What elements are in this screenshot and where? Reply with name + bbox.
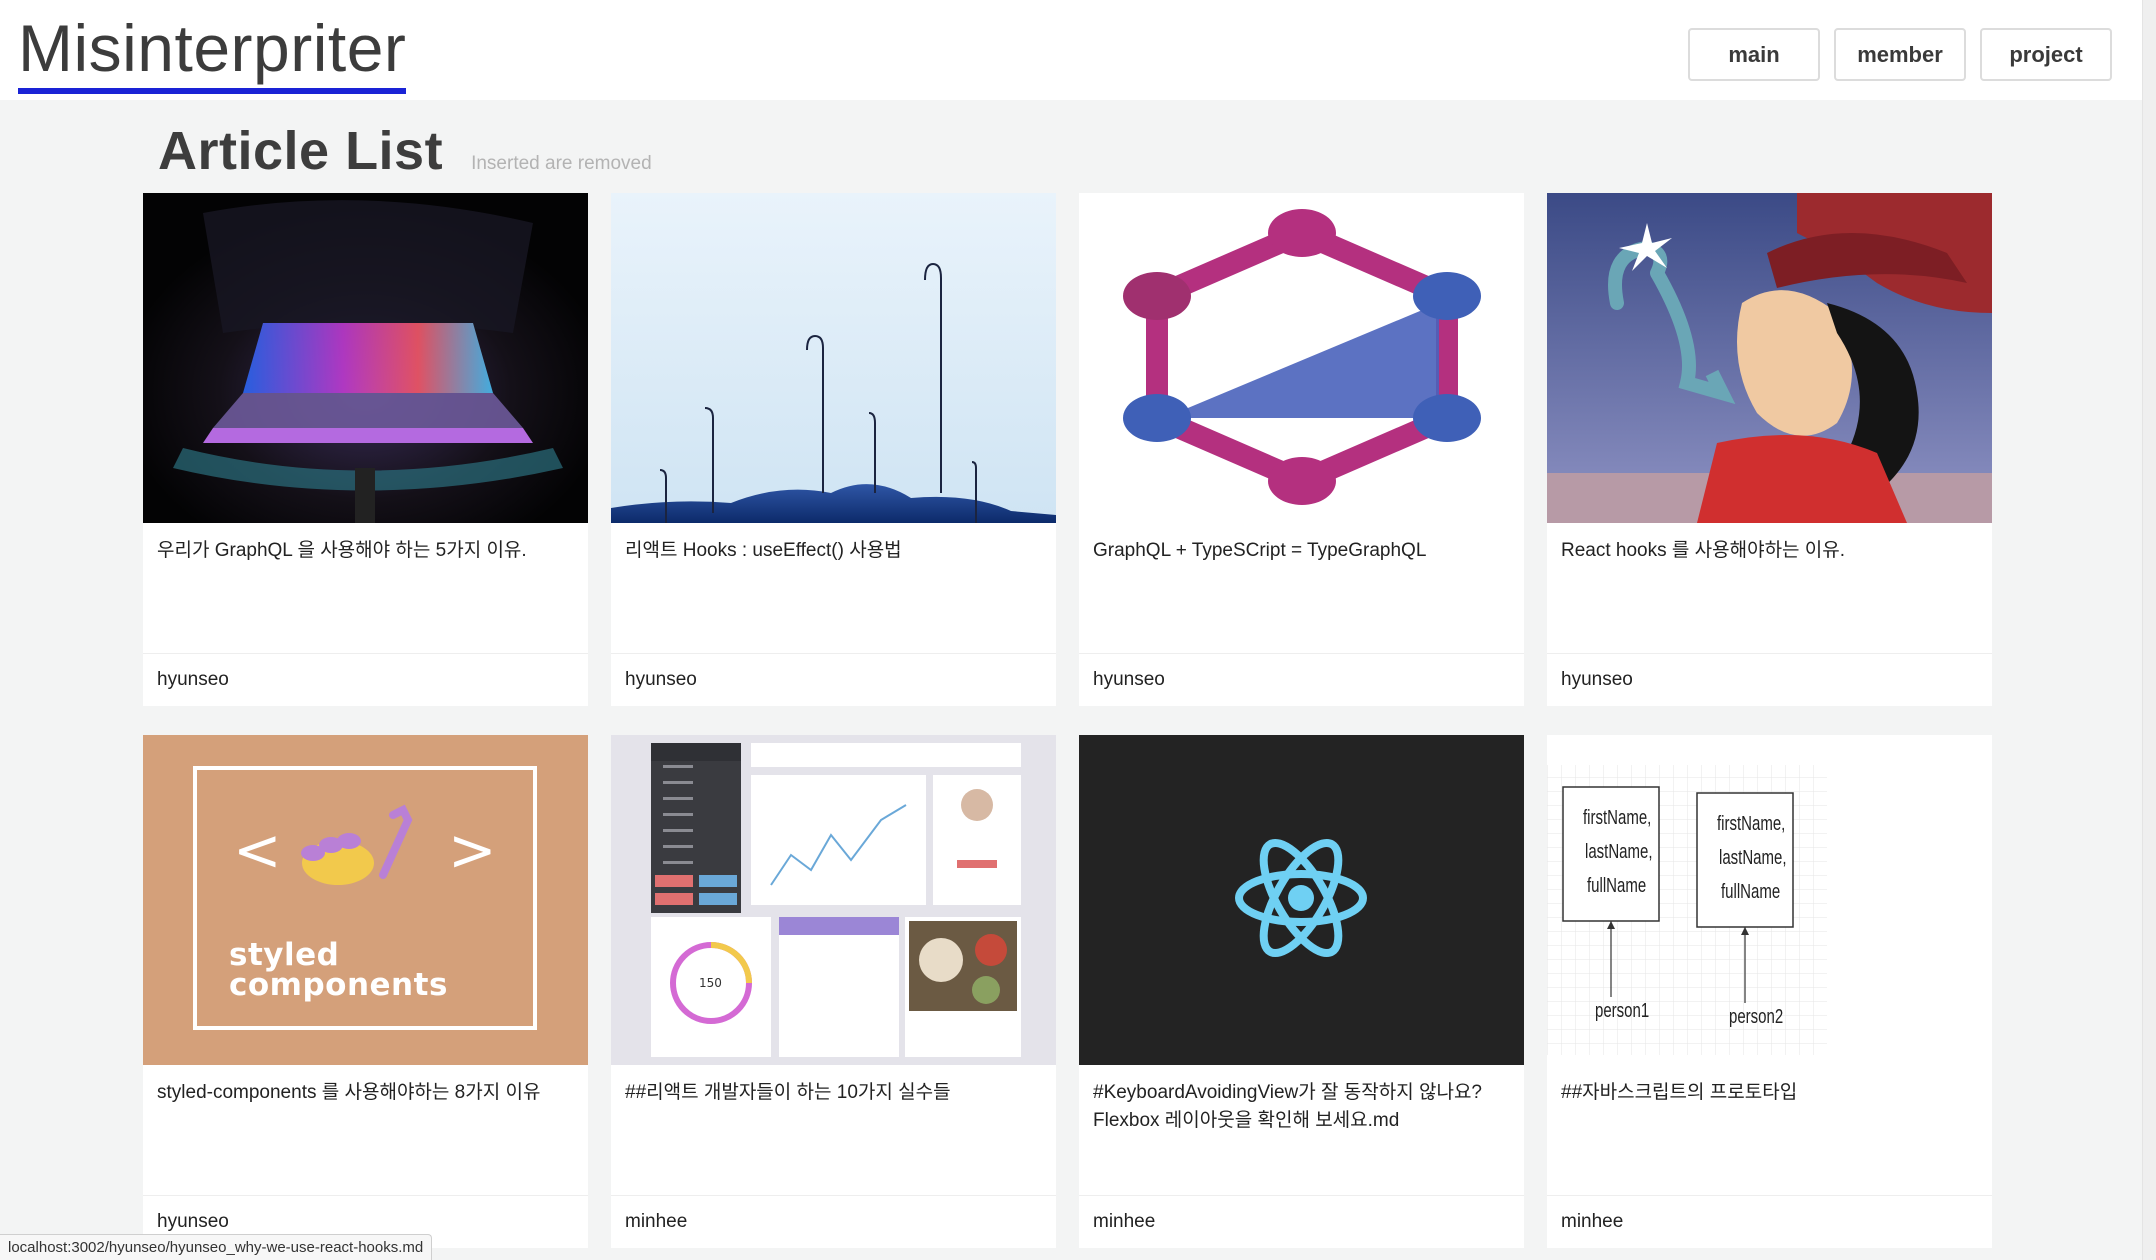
article-author: minhee xyxy=(1547,1195,1992,1248)
page-note: Inserted are removed xyxy=(471,153,652,174)
svg-text:150: 150 xyxy=(699,976,722,990)
laptop-image xyxy=(143,193,588,523)
article-card[interactable]: firstName, lastName, fullName firstName,… xyxy=(1547,735,1992,1248)
diagram-label: lastName, xyxy=(1585,841,1653,863)
article-title[interactable]: 우리가 GraphQL 을 사용해야 하는 5가지 이유. xyxy=(143,523,588,653)
article-card[interactable]: #KeyboardAvoidingView가 잘 동작하지 않나요? Flexb… xyxy=(1079,735,1524,1248)
article-title[interactable]: 리액트 Hooks : useEffect() 사용법 xyxy=(611,523,1056,653)
captain-hook-image xyxy=(1547,193,1992,523)
nav-project-button[interactable]: project xyxy=(1980,28,2112,81)
styled-components-thumb-text: styled components xyxy=(229,937,448,1003)
diagram-label: lastName, xyxy=(1719,847,1787,869)
top-nav: main member project xyxy=(1688,28,2112,81)
article-title[interactable]: ##자바스크립트의 프로토타입 xyxy=(1547,1065,1992,1195)
diagram-label: fullName xyxy=(1587,875,1647,897)
nav-main-button[interactable]: main xyxy=(1688,28,1820,81)
graphql-logo-image xyxy=(1079,193,1524,523)
title-row: Article List Inserted are removed xyxy=(158,120,652,182)
article-author: hyunseo xyxy=(1079,653,1524,706)
site-logo[interactable]: Misinterpriter xyxy=(18,8,407,94)
diagram-label: person2 xyxy=(1729,1006,1784,1028)
dashboard-image: 150 xyxy=(611,735,1056,1065)
article-card[interactable]: 리액트 Hooks : useEffect() 사용법 hyunseo xyxy=(611,193,1056,706)
diagram-label: fullName xyxy=(1721,881,1781,903)
article-author: hyunseo xyxy=(611,653,1056,706)
article-author: minhee xyxy=(1079,1195,1524,1248)
prototype-diagram-image: firstName, lastName, fullName firstName,… xyxy=(1547,735,1992,1065)
article-card[interactable]: GraphQL + TypeSCript = TypeGraphQL hyuns… xyxy=(1079,193,1524,706)
react-logo-image xyxy=(1079,735,1524,1065)
styled-components-image: < > styled components xyxy=(143,735,588,1065)
article-card[interactable]: < > styled components styled-components … xyxy=(143,735,588,1248)
article-card[interactable]: React hooks 를 사용해야하는 이유. hyunseo xyxy=(1547,193,1992,706)
link-status-bar: localhost:3002/hyunseo/hyunseo_why-we-us… xyxy=(0,1234,433,1260)
article-card[interactable]: 150 ##리액트 개발자들이 하는 10가지 실수들 minhee xyxy=(611,735,1056,1248)
diagram-label: person1 xyxy=(1595,1000,1650,1022)
article-author: minhee xyxy=(611,1195,1056,1248)
article-card[interactable]: 우리가 GraphQL 을 사용해야 하는 5가지 이유. hyunseo xyxy=(143,193,588,706)
article-author: hyunseo xyxy=(143,653,588,706)
article-title[interactable]: #KeyboardAvoidingView가 잘 동작하지 않나요? Flexb… xyxy=(1079,1065,1524,1195)
site-header: Misinterpriter main member project xyxy=(0,0,2142,100)
hooks-image xyxy=(611,193,1056,523)
article-title[interactable]: ##리액트 개발자들이 하는 10가지 실수들 xyxy=(611,1065,1056,1195)
diagram-label: firstName, xyxy=(1583,807,1652,829)
page-scrollbar[interactable] xyxy=(2142,0,2156,1260)
svg-text:>: > xyxy=(448,816,497,884)
svg-text:<: < xyxy=(233,816,282,884)
article-author: hyunseo xyxy=(1547,653,1992,706)
article-title[interactable]: GraphQL + TypeSCript = TypeGraphQL xyxy=(1079,523,1524,653)
page-title: Article List xyxy=(158,121,444,181)
article-title[interactable]: styled-components 를 사용해야하는 8가지 이유 xyxy=(143,1065,588,1195)
article-title[interactable]: React hooks 를 사용해야하는 이유. xyxy=(1547,523,1992,653)
nav-member-button[interactable]: member xyxy=(1834,28,1966,81)
diagram-label: firstName, xyxy=(1717,813,1786,835)
